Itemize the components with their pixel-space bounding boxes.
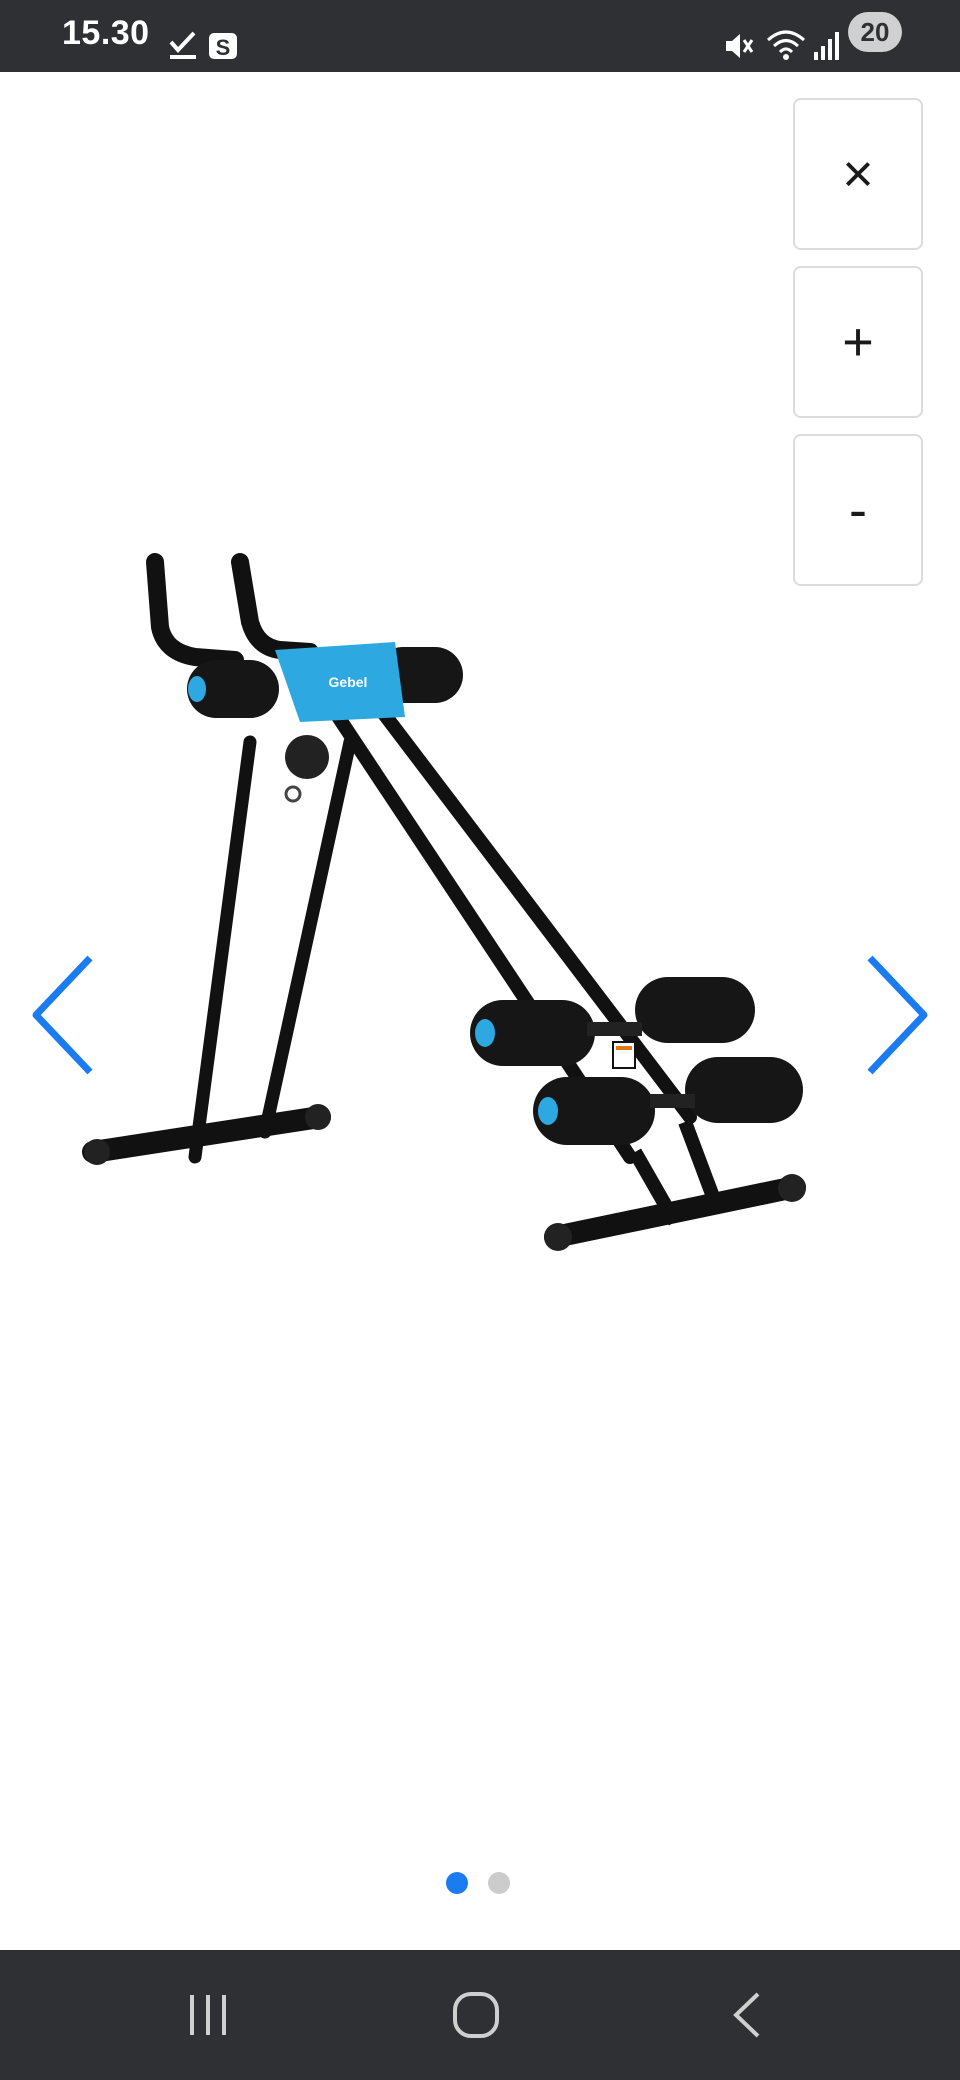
svg-text:S: S (216, 35, 231, 60)
home-button[interactable] (406, 1950, 546, 2080)
check-download-icon (168, 30, 198, 65)
back-icon (733, 1992, 760, 2038)
mute-icon (723, 30, 755, 67)
close-button[interactable]: × (793, 98, 923, 250)
status-time: 15.30 (62, 14, 150, 52)
image-pagination (446, 1872, 510, 1894)
zoom-out-button[interactable]: - (793, 434, 923, 586)
chevron-right-icon (867, 955, 928, 1075)
recent-apps-icon (190, 1995, 226, 2035)
pagination-dot-2[interactable] (488, 1872, 510, 1894)
pagination-dot-1[interactable] (446, 1872, 468, 1894)
product-image: Gebel (82, 553, 806, 1251)
recent-apps-button[interactable] (138, 1950, 278, 2080)
zoom-in-button[interactable]: + (793, 266, 923, 418)
brand-text: Gebel (329, 674, 368, 690)
close-icon: × (842, 144, 874, 204)
chevron-left-icon (32, 955, 93, 1075)
image-viewer: Gebel × + - (0, 72, 960, 1950)
signal-icon (812, 30, 840, 65)
battery-indicator: 20 (848, 12, 902, 52)
zoom-out-icon: - (849, 480, 867, 540)
s-app-icon: S (208, 32, 238, 67)
system-nav-bar (0, 1950, 960, 2080)
next-image-button[interactable] (862, 950, 932, 1085)
home-icon (453, 1992, 499, 2038)
previous-image-button[interactable] (28, 950, 98, 1085)
zoom-in-icon: + (842, 312, 874, 372)
wifi-icon (766, 28, 806, 67)
status-bar: 15.30 S 20 (0, 0, 960, 72)
back-button[interactable] (676, 1950, 816, 2080)
